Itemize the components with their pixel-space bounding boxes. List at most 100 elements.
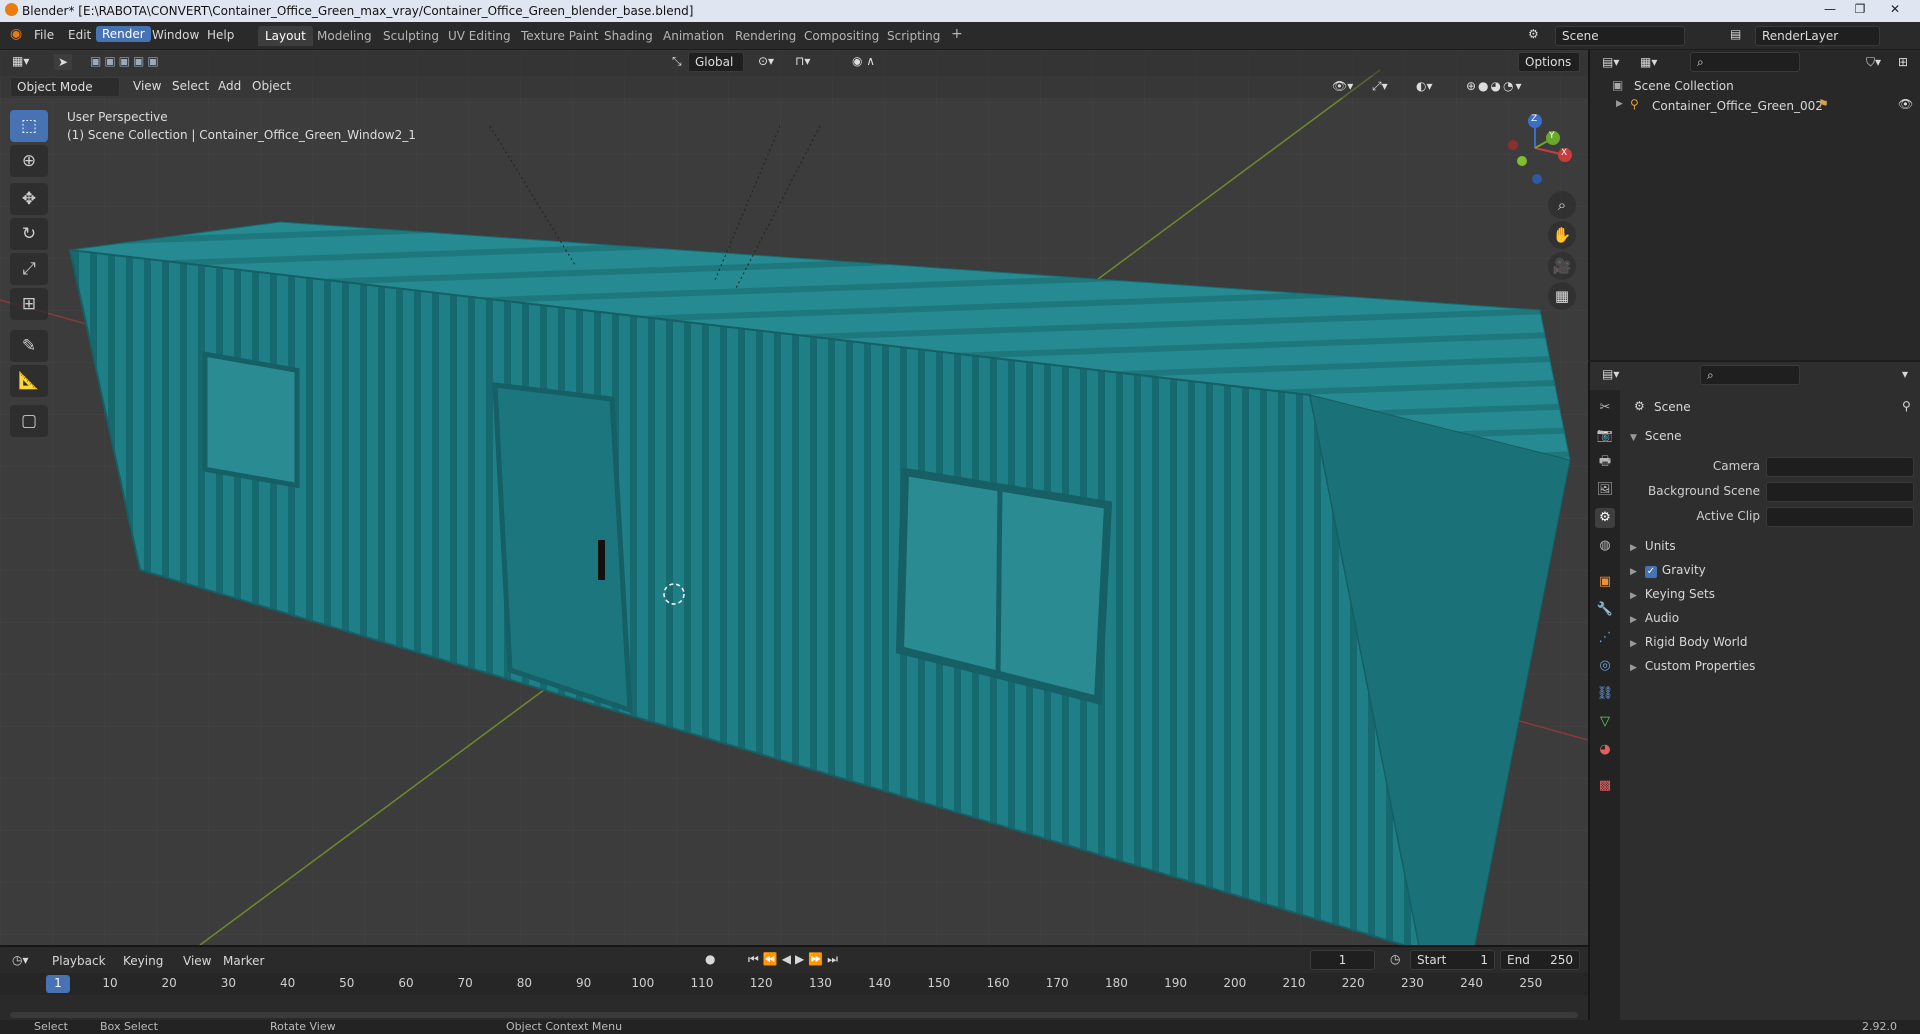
overlay-toggle-icon[interactable]: ◐▾ <box>1416 79 1433 93</box>
outliner-search[interactable]: ⌕ <box>1690 52 1800 72</box>
proportional-edit-icon[interactable]: ◉ ∧ <box>852 54 875 68</box>
menu-window[interactable]: Window <box>152 28 199 42</box>
menu-add[interactable]: Add <box>218 79 241 93</box>
outliner-item[interactable]: Container_Office_Green_002 <box>1652 99 1823 113</box>
orientation-dropdown[interactable]: Global <box>688 52 744 72</box>
move-tool-icon[interactable]: ✥ <box>10 183 48 215</box>
shading-mode-icons[interactable]: ⊕●◕◔▾ <box>1466 79 1524 93</box>
cursor-tool-icon[interactable]: ⊕ <box>10 145 48 177</box>
data-tab-icon[interactable]: ▽ <box>1595 712 1615 732</box>
particles-tab-icon[interactable]: ⋰ <box>1595 628 1615 648</box>
transform-tool-icon[interactable]: ⊞ <box>10 288 48 320</box>
menu-select[interactable]: Select <box>172 79 209 93</box>
section-gravity[interactable]: ▶ ✓ Gravity <box>1630 563 1706 578</box>
gravity-checkbox[interactable]: ✓ <box>1644 566 1657 578</box>
timeline-scrollbar[interactable] <box>10 1012 1578 1018</box>
tab-uv-editing[interactable]: UV Editing <box>441 28 518 44</box>
visibility-icon[interactable]: 👁▾ <box>1332 79 1353 93</box>
expand-arrow-icon[interactable]: ▶ <box>1616 99 1623 109</box>
close-button[interactable]: ✕ <box>1880 2 1910 18</box>
add-cube-tool-icon[interactable]: ▢ <box>10 405 48 437</box>
measure-tool-icon[interactable]: 📐 <box>10 365 48 397</box>
playback-menu[interactable]: Playback <box>52 954 106 968</box>
rotate-tool-icon[interactable]: ↻ <box>10 218 48 250</box>
annotate-tool-icon[interactable]: ✎ <box>10 330 48 362</box>
new-collection-icon[interactable]: ⊞ <box>1898 55 1908 69</box>
section-custom-properties[interactable]: ▶ Custom Properties <box>1630 659 1755 673</box>
editor-type-icon[interactable]: ▦▾ <box>12 54 29 68</box>
world-tab-icon[interactable]: ◍ <box>1595 536 1615 556</box>
maximize-button[interactable]: ❐ <box>1845 2 1875 18</box>
scene-panel-header[interactable]: ▼ Scene <box>1630 429 1682 443</box>
scene-field[interactable]: Scene <box>1555 26 1685 46</box>
options-dropdown[interactable]: Options <box>1518 52 1580 72</box>
filter-icon[interactable]: ⛉▾ <box>1866 55 1881 70</box>
output-tab-icon[interactable]: 🖶 <box>1595 452 1615 472</box>
minimize-button[interactable]: — <box>1815 2 1845 18</box>
properties-editor-icon[interactable]: ▤▾ <box>1602 367 1619 381</box>
playback-controls[interactable]: ⏮⏪◀▶⏩⏭ <box>748 952 842 967</box>
modifier-tab-icon[interactable]: 🔧 <box>1595 600 1615 620</box>
tab-rendering[interactable]: Rendering <box>728 28 803 44</box>
scene-browse-icon[interactable]: ⚙ <box>1528 27 1539 41</box>
tab-animation[interactable]: Animation <box>656 28 731 44</box>
texture-tab-icon[interactable]: ▩ <box>1595 776 1615 796</box>
tab-scripting[interactable]: Scripting <box>880 28 947 44</box>
record-icon[interactable]: ● <box>705 952 715 966</box>
outliner-editor-icon[interactable]: ▤▾ <box>1602 55 1619 69</box>
tab-layout[interactable]: Layout <box>258 26 313 46</box>
frame-ruler[interactable]: 1 10 20 30 40 50 60 70 80 90 100 110 120 130 140 150 160… <box>0 973 1588 995</box>
view-layer-tab-icon[interactable]: 🖼 <box>1595 480 1615 500</box>
active-clip-field[interactable] <box>1766 507 1914 527</box>
display-mode-icon[interactable]: ▦▾ <box>1640 55 1657 69</box>
menu-render[interactable]: Render <box>96 26 151 42</box>
menu-object[interactable]: Object <box>252 79 291 93</box>
select-tool-icon[interactable]: ➤ <box>54 54 73 70</box>
section-audio[interactable]: ▶ Audio <box>1630 611 1679 625</box>
timeline-editor-icon[interactable]: ◷▾ <box>12 953 29 967</box>
end-frame-field[interactable]: End 250 <box>1500 950 1580 970</box>
marker-menu[interactable]: Marker <box>223 954 264 968</box>
scene-tab-icon[interactable]: ⚙ <box>1595 508 1615 528</box>
material-tab-icon[interactable]: ◕ <box>1595 740 1615 760</box>
select-box-tool-icon[interactable]: ⬚ <box>10 110 48 142</box>
scale-tool-icon[interactable]: ⤢ <box>10 253 48 285</box>
keying-menu[interactable]: Keying <box>123 954 163 968</box>
camera-view-icon[interactable]: 🎥 <box>1548 252 1576 280</box>
timeline-view-menu[interactable]: View <box>183 954 211 968</box>
menu-file[interactable]: File <box>34 28 54 42</box>
current-frame-field[interactable]: 1 <box>1310 950 1375 970</box>
ortho-grid-icon[interactable]: ▦ <box>1548 282 1576 310</box>
tab-shading[interactable]: Shading <box>597 28 660 44</box>
tab-modeling[interactable]: Modeling <box>310 28 379 44</box>
view-layer-icon[interactable]: ▤ <box>1730 27 1741 41</box>
menu-help[interactable]: Help <box>207 28 234 42</box>
pivot-icon[interactable]: ⊙▾ <box>758 54 774 68</box>
selection-mode-icons[interactable]: ▣▣▣▣▣ <box>90 54 162 68</box>
tab-sculpting[interactable]: Sculpting <box>376 28 446 44</box>
tab-compositing[interactable]: Compositing <box>797 28 886 44</box>
section-keying-sets[interactable]: ▶ Keying Sets <box>1630 587 1715 601</box>
menu-view[interactable]: View <box>133 79 161 93</box>
tool-tab-icon[interactable]: ✂ <box>1595 398 1615 418</box>
visibility-eye-icon[interactable]: 👁 <box>1898 97 1913 111</box>
zoom-icon[interactable]: ⌕ <box>1548 191 1576 219</box>
tab-texture-paint[interactable]: Texture Paint <box>514 28 605 44</box>
3d-viewport[interactable] <box>0 50 1588 945</box>
blender-menu-icon[interactable]: ◉ <box>10 26 22 42</box>
camera-field[interactable] <box>1766 457 1914 477</box>
start-frame-field[interactable]: Start 1 <box>1410 950 1495 970</box>
navigation-gizmo[interactable]: Z X Y <box>1505 113 1575 188</box>
properties-options-icon[interactable]: ▾ <box>1902 367 1908 381</box>
physics-tab-icon[interactable]: ◎ <box>1595 656 1615 676</box>
view-layer-field[interactable]: RenderLayer <box>1755 26 1880 46</box>
section-units[interactable]: ▶ Units <box>1630 539 1676 553</box>
clock-icon[interactable]: ◷ <box>1390 952 1400 966</box>
pin-icon[interactable]: ⚲ <box>1902 399 1911 413</box>
pan-hand-icon[interactable]: ✋ <box>1548 221 1576 249</box>
mode-dropdown[interactable]: Object Mode <box>10 77 120 97</box>
render-tab-icon[interactable]: 📷 <box>1595 426 1615 446</box>
section-rigid-body-world[interactable]: ▶ Rigid Body World <box>1630 635 1747 649</box>
menu-edit[interactable]: Edit <box>68 28 91 42</box>
add-workspace-button[interactable]: + <box>944 25 970 43</box>
